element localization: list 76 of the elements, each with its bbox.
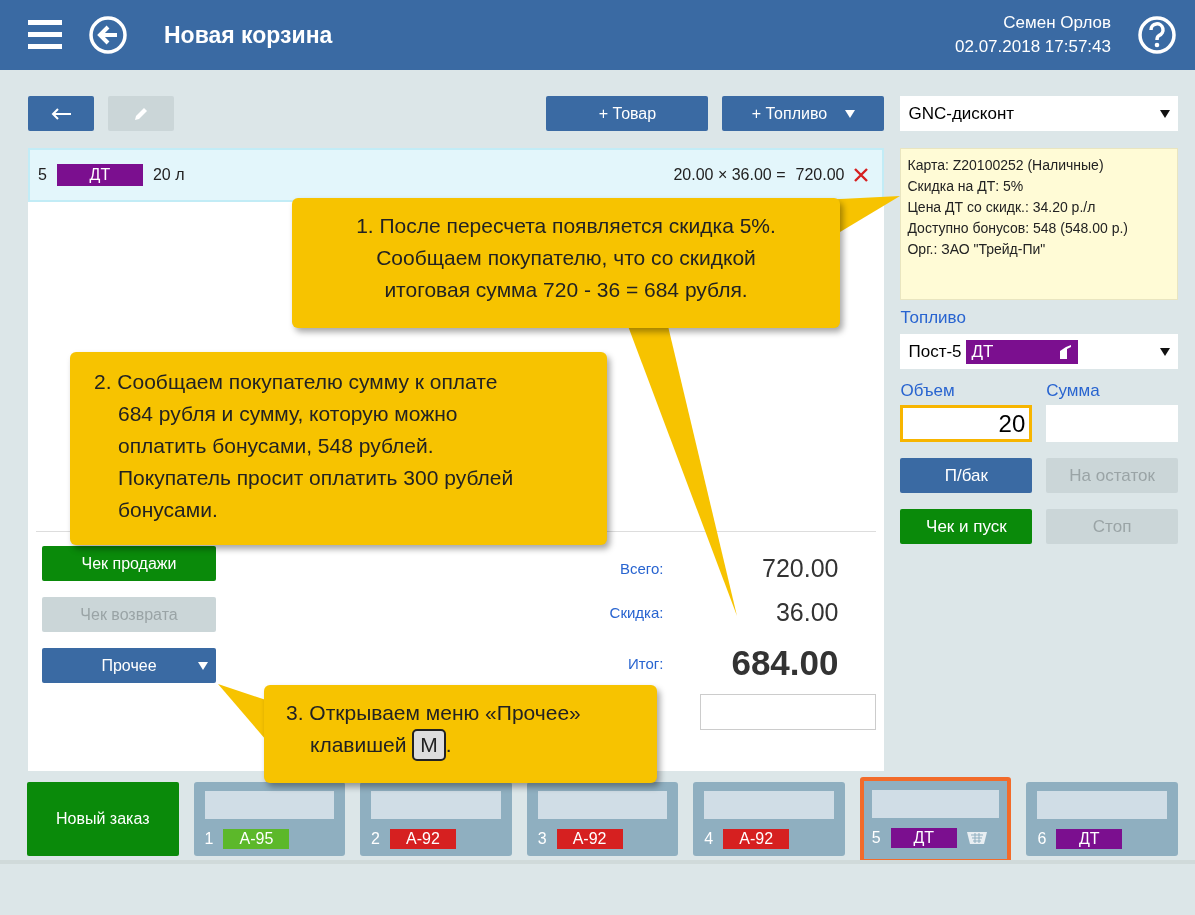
price-calculation: 20.00 × 36.00 = xyxy=(673,166,786,184)
discount-select[interactable]: GNC-дисконт xyxy=(900,96,1178,131)
keyboard-key: M xyxy=(412,729,446,761)
card-info-line: Скидка на ДТ: 5% xyxy=(907,177,1025,196)
callout-text: Сообщаем покупателю, что со скидкой xyxy=(375,245,757,271)
fuel-label: Топливо xyxy=(900,308,967,328)
card-info-line: Карта: Z20100252 (Наличные) xyxy=(907,156,1105,175)
callout-text: итоговая сумма 720 - 36 = 684 рубля. xyxy=(383,277,749,303)
callout-text: 3. Открываем меню «Прочее» xyxy=(286,700,582,726)
sum-field[interactable] xyxy=(1046,405,1178,442)
user-name: Семен Орлов xyxy=(1003,12,1111,34)
receipt-button[interactable]: Чек продажи xyxy=(42,546,216,581)
fuel-tag: ДТ xyxy=(890,828,957,848)
caret-icon xyxy=(845,109,856,118)
volume-label: Объем xyxy=(900,381,956,401)
total-label: Итог: xyxy=(628,654,664,672)
callout-text: 684 рубля и сумму, которую можно xyxy=(117,401,459,427)
fuel-tag: А-92 xyxy=(723,829,790,849)
total-label: Всего: xyxy=(620,559,664,577)
total-value: 36.00 xyxy=(774,597,839,627)
fuel-tag: ДТ xyxy=(965,339,1078,364)
line-amount: 720.00 xyxy=(795,166,845,184)
back-button[interactable] xyxy=(28,96,94,131)
callout-text: бонусами. xyxy=(117,497,219,523)
caret-icon xyxy=(1160,347,1170,356)
pump-number: 6 xyxy=(1037,830,1047,848)
fuel-tag: ДТ xyxy=(1056,829,1123,849)
fuel-tag: А-92 xyxy=(556,829,623,849)
total-label: Скидка: xyxy=(609,603,664,621)
fuel-tag: А-92 xyxy=(390,829,456,849)
fuel-tag: А-95 xyxy=(223,829,290,849)
help-icon[interactable] xyxy=(1137,15,1177,55)
callout-text: клавишей xyxy=(310,733,407,756)
add-fuel-button[interactable]: + Топливо xyxy=(722,96,885,131)
volume-text: 20 л xyxy=(152,166,185,184)
pump-card[interactable]: 5 ДТ xyxy=(859,777,1012,863)
pump-number: 1 xyxy=(204,830,214,848)
fuel-nozzle-icon xyxy=(1057,343,1072,360)
pump-card[interactable]: 6 ДТ xyxy=(1026,782,1178,856)
pump-number: 2 xyxy=(371,830,380,848)
fuel-action-button[interactable]: Чек и пуск xyxy=(900,509,1033,544)
pump-number: 5 xyxy=(38,166,47,184)
pump-card[interactable]: 4 А-92 xyxy=(693,782,845,856)
dropdown-button[interactable]: Прочее xyxy=(42,648,216,683)
caret-icon xyxy=(198,661,208,670)
card-info-line: Цена ДТ со скидк.: 34.20 р./л xyxy=(907,198,1097,217)
callout-text: оплатить бонусами, 548 рублей. xyxy=(117,433,435,459)
payment-field[interactable] xyxy=(700,694,877,730)
new-order-button[interactable]: Новый заказ xyxy=(27,782,179,856)
total-value: 720.00 xyxy=(761,553,839,583)
fuel-action-button[interactable]: П/бак xyxy=(900,458,1033,493)
fuel-tag: ДТ xyxy=(56,164,143,186)
add-product-button[interactable]: + Товар xyxy=(546,96,709,131)
callout-text: 1. После пересчета появляется скидка 5%. xyxy=(355,213,777,239)
menu-icon[interactable] xyxy=(28,20,62,50)
volume-field[interactable]: 20 xyxy=(900,405,1033,442)
card-info-line: Орг.: ЗАО "Трейд-Пи" xyxy=(907,240,1047,259)
sum-label: Сумма xyxy=(1046,381,1101,401)
pump-number: 4 xyxy=(704,830,714,848)
callout-text: Покупатель просит оплатить 300 рублей xyxy=(117,465,515,491)
callout-text: 2. Сообщаем покупателю сумму к оплате xyxy=(94,369,499,395)
date-time: 02.07.2018 17:57:43 xyxy=(955,36,1111,58)
window-title: Новая корзина xyxy=(164,21,334,49)
pump-card[interactable]: 3 А-92 xyxy=(526,782,679,856)
total-value: 684.00 xyxy=(730,643,839,683)
caret-icon xyxy=(1160,109,1170,118)
callout-text: . xyxy=(445,733,452,756)
back-icon[interactable] xyxy=(88,15,128,55)
fuel-select[interactable]: Пост-5 ДТ xyxy=(900,334,1178,369)
delete-icon[interactable] xyxy=(854,168,869,182)
cart-row[interactable]: 5 ДТ 20 л 20.00 × 36.00 = 720.00 xyxy=(28,148,885,202)
pump-number: 3 xyxy=(537,830,547,848)
pump-number: 5 xyxy=(871,829,881,847)
left-arrow-icon xyxy=(51,107,71,120)
pump-card[interactable]: 2 А-92 xyxy=(360,782,512,856)
card-info-line: Доступно бонусов: 548 (548.00 р.) xyxy=(907,219,1129,238)
